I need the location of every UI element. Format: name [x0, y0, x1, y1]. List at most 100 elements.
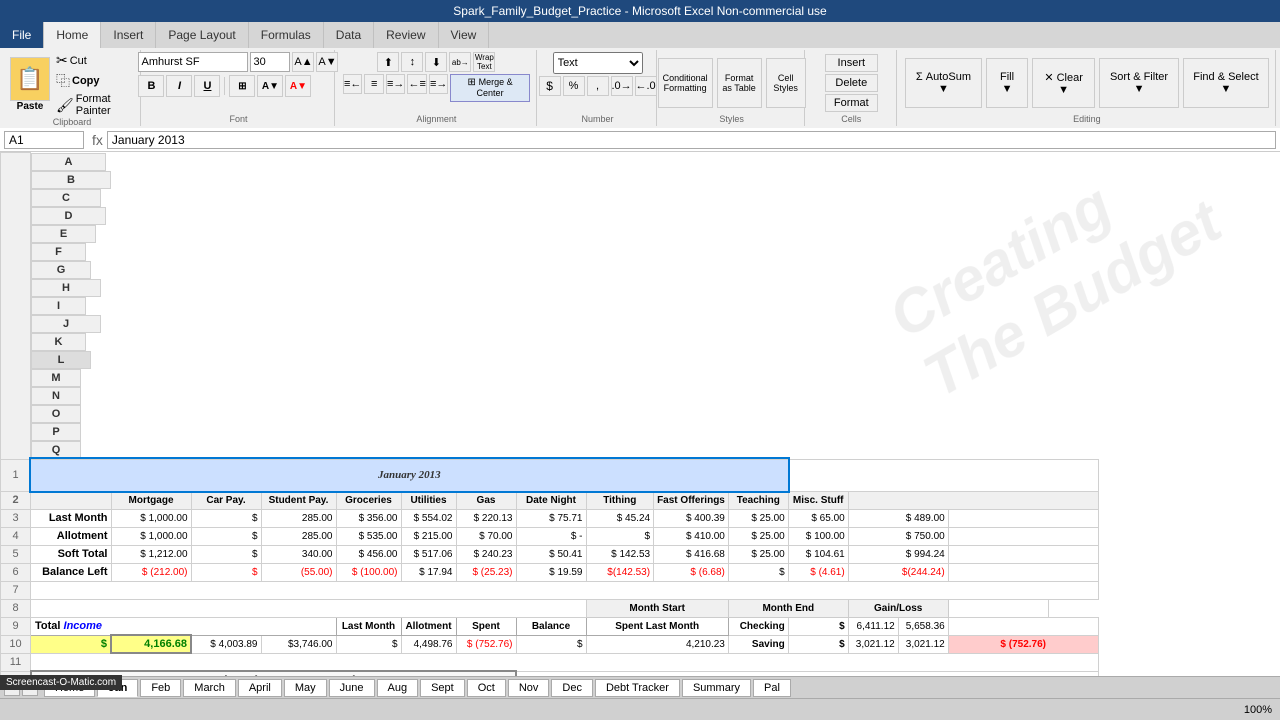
cell-m5[interactable]: $ 994.24: [848, 545, 948, 563]
cell-f6[interactable]: $ 17.94: [401, 563, 456, 581]
sheet-tab-sept[interactable]: Sept: [420, 679, 465, 697]
cell-a2[interactable]: [31, 491, 112, 509]
align-left-btn[interactable]: ≡←: [343, 74, 362, 94]
col-header-e[interactable]: E: [31, 225, 96, 243]
decimal-increase-btn[interactable]: .0→: [611, 76, 633, 96]
cell-b2[interactable]: Mortgage: [111, 491, 191, 509]
col-header-b[interactable]: B: [31, 171, 111, 189]
title-cell[interactable]: January 2013: [31, 459, 789, 491]
cell-i4[interactable]: $: [586, 527, 654, 545]
last-month-label[interactable]: Last Month: [336, 617, 401, 635]
align-middle-btn[interactable]: ↕: [401, 52, 423, 72]
cell-c2[interactable]: Car Pay.: [191, 491, 261, 509]
wrap-text-btn[interactable]: Wrap Text: [473, 52, 495, 72]
cell-j4[interactable]: $ 410.00: [654, 527, 729, 545]
cell-j6[interactable]: $ (6.68): [654, 563, 729, 581]
cell-j2[interactable]: Fast Offerings: [654, 491, 729, 509]
conditional-formatting-btn[interactable]: Conditional Formatting: [658, 58, 713, 108]
cell-k4[interactable]: $ 25.00: [728, 527, 788, 545]
cell-o5[interactable]: [948, 545, 1098, 563]
copy-btn[interactable]: ⿻ Copy: [56, 71, 134, 91]
debt-header-cell[interactable]: [516, 671, 1098, 676]
col-header-g[interactable]: G: [31, 261, 91, 279]
percent-btn[interactable]: %: [563, 76, 585, 96]
cell-i6[interactable]: $(142.53): [586, 563, 654, 581]
cell-k2[interactable]: Teaching: [728, 491, 788, 509]
underline-btn[interactable]: U: [194, 75, 220, 97]
format-btn[interactable]: Format: [825, 94, 878, 112]
sheet-tab-pal[interactable]: Pal: [753, 679, 791, 697]
cell-g4[interactable]: $ 70.00: [456, 527, 516, 545]
last-month-income[interactable]: $ 4,003.89: [191, 635, 261, 653]
paste-area[interactable]: 📋 Paste: [10, 57, 50, 112]
cell-a10[interactable]: $: [31, 635, 112, 653]
cut-btn[interactable]: ✂ Cut: [56, 52, 134, 69]
cell-c5[interactable]: $: [191, 545, 261, 563]
col-header-m[interactable]: M: [31, 369, 81, 387]
cell-o3[interactable]: [948, 509, 1098, 527]
find-select-btn[interactable]: Find & Select ▼: [1183, 58, 1269, 108]
spent-last-month-income[interactable]: $: [516, 635, 586, 653]
cell-l6[interactable]: $ (4.61): [788, 563, 848, 581]
fill-color-btn[interactable]: A▼: [257, 75, 283, 97]
cell-k6[interactable]: $: [728, 563, 788, 581]
cell-f2[interactable]: Utilities: [401, 491, 456, 509]
border-btn[interactable]: ⊞: [229, 75, 255, 97]
cell-e5[interactable]: $ 456.00: [336, 545, 401, 563]
cell-m2-q2[interactable]: [848, 491, 1098, 509]
cell-e2[interactable]: Groceries: [336, 491, 401, 509]
spent-label[interactable]: Spent: [456, 617, 516, 635]
merge-center-btn[interactable]: ⊞ Merge & Center: [450, 74, 529, 102]
cell-f4[interactable]: $ 215.00: [401, 527, 456, 545]
col-header-f[interactable]: F: [31, 243, 86, 261]
font-size-increase[interactable]: A▲: [292, 52, 314, 72]
format-as-table-btn[interactable]: Format as Table: [717, 58, 762, 108]
tab-file[interactable]: File: [0, 22, 44, 48]
cell-a5[interactable]: Soft Total: [31, 545, 112, 563]
sheet-tab-oct[interactable]: Oct: [467, 679, 506, 697]
cell-g6[interactable]: $ (25.23): [456, 563, 516, 581]
cell-g3[interactable]: $ 220.13: [456, 509, 516, 527]
balance-income[interactable]: $ (752.76): [456, 635, 516, 653]
cell-e4[interactable]: $ 535.00: [336, 527, 401, 545]
sheet-tab-june[interactable]: June: [329, 679, 375, 697]
insert-btn[interactable]: Insert: [825, 54, 878, 72]
cell-i5[interactable]: $ 142.53: [586, 545, 654, 563]
cell-j5[interactable]: $ 416.68: [654, 545, 729, 563]
align-right-btn[interactable]: ≡→: [386, 74, 405, 94]
cell-l2[interactable]: Misc. Stuff: [788, 491, 848, 509]
font-color-btn[interactable]: A▼: [285, 75, 311, 97]
tab-view[interactable]: View: [439, 22, 490, 48]
italic-btn[interactable]: I: [166, 75, 192, 97]
cell-c4[interactable]: $: [191, 527, 261, 545]
cell-c3[interactable]: $: [191, 509, 261, 527]
col-header-l[interactable]: L: [31, 351, 91, 369]
tab-page-layout[interactable]: Page Layout: [156, 22, 248, 48]
col-header-j[interactable]: J: [31, 315, 101, 333]
cell-d4[interactable]: 285.00: [261, 527, 336, 545]
currency-btn[interactable]: $: [539, 76, 561, 96]
font-size-decrease[interactable]: A▼: [316, 52, 338, 72]
cell-b3[interactable]: $ 1,000.00: [111, 509, 191, 527]
spent-income2[interactable]: 4,498.76: [401, 635, 456, 653]
balance-label[interactable]: Balance: [516, 617, 586, 635]
cell-j3[interactable]: $ 400.39: [654, 509, 729, 527]
cell-row11[interactable]: [31, 653, 1099, 671]
sheet-tab-feb[interactable]: Feb: [140, 679, 181, 697]
align-top-btn[interactable]: ⬆: [377, 52, 399, 72]
sheet-tab-aug[interactable]: Aug: [377, 679, 419, 697]
cell-f5[interactable]: $ 517.06: [401, 545, 456, 563]
cell-m4[interactable]: $ 750.00: [848, 527, 948, 545]
cell-h6[interactable]: $ 19.59: [516, 563, 586, 581]
cell-d5[interactable]: 340.00: [261, 545, 336, 563]
bold-btn[interactable]: B: [138, 75, 164, 97]
cell-row8-left[interactable]: [31, 599, 587, 617]
col-header-c[interactable]: C: [31, 189, 101, 207]
tab-data[interactable]: Data: [324, 22, 374, 48]
col-header-k[interactable]: K: [31, 333, 86, 351]
decimal-decrease-btn[interactable]: ←.0: [635, 76, 657, 96]
sheet-tab-summary[interactable]: Summary: [682, 679, 751, 697]
col-header-a[interactable]: A: [31, 153, 106, 171]
tab-home[interactable]: Home: [44, 22, 101, 48]
total-income-header[interactable]: Total Income: [31, 617, 337, 635]
